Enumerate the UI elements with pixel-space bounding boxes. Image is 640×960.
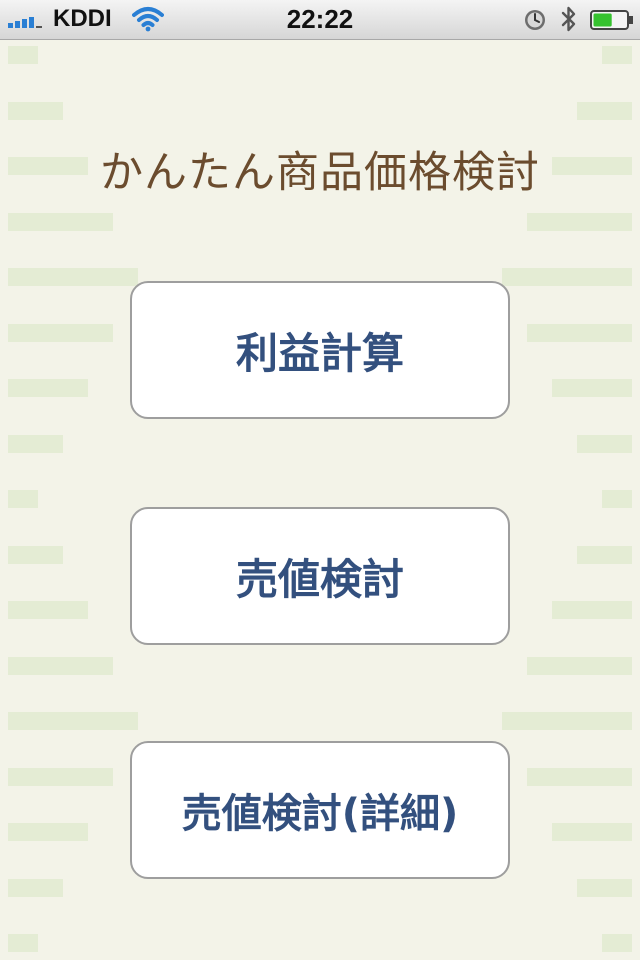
background-stripe	[8, 101, 63, 120]
background-stripe	[502, 712, 632, 730]
background-stripe	[8, 545, 63, 564]
background-stripe	[577, 545, 632, 564]
selling-price-review-detail-button[interactable]: 売値検討(詳細)	[130, 741, 510, 879]
background-stripe	[577, 878, 632, 897]
selling-price-review-button[interactable]: 売値検討	[130, 507, 510, 645]
background-stripe	[8, 878, 63, 897]
background-stripe	[602, 490, 632, 508]
background-stripe	[8, 823, 88, 841]
background-stripe	[552, 823, 632, 841]
background-stripe	[8, 656, 113, 675]
background-stripe	[577, 101, 632, 120]
selling-price-review-detail-label: 売値検討(詳細)	[181, 791, 459, 837]
background-stripe	[8, 934, 38, 952]
background-stripe	[527, 656, 632, 675]
background-stripe	[8, 212, 113, 231]
selling-price-review-label: 売値検討	[235, 554, 404, 604]
background-stripe	[8, 323, 113, 342]
background-stripe	[527, 212, 632, 231]
background-stripe	[577, 434, 632, 453]
background-stripe	[8, 434, 63, 453]
background-stripe	[552, 601, 632, 619]
background-stripe	[502, 268, 632, 286]
background-stripe	[8, 268, 138, 286]
background-stripe	[8, 379, 88, 397]
background-stripe	[8, 767, 113, 786]
background-stripe	[8, 601, 88, 619]
background-stripe	[8, 46, 38, 64]
status-bar: KDDI 22:22	[0, 0, 640, 40]
background-stripe	[552, 379, 632, 397]
profit-calculation-button[interactable]: 利益計算	[130, 281, 510, 419]
background-stripe	[527, 323, 632, 342]
profit-calculation-label: 利益計算	[235, 328, 404, 378]
background-stripe	[602, 46, 632, 64]
battery-icon	[590, 10, 633, 30]
background-stripe	[602, 934, 632, 952]
background-stripe	[8, 490, 38, 508]
alarm-clock-icon	[525, 10, 545, 30]
background-stripe	[527, 767, 632, 786]
app-title: かんたん商品価格検討	[100, 148, 540, 198]
background-stripe	[8, 712, 138, 730]
bluetooth-icon	[561, 6, 576, 32]
